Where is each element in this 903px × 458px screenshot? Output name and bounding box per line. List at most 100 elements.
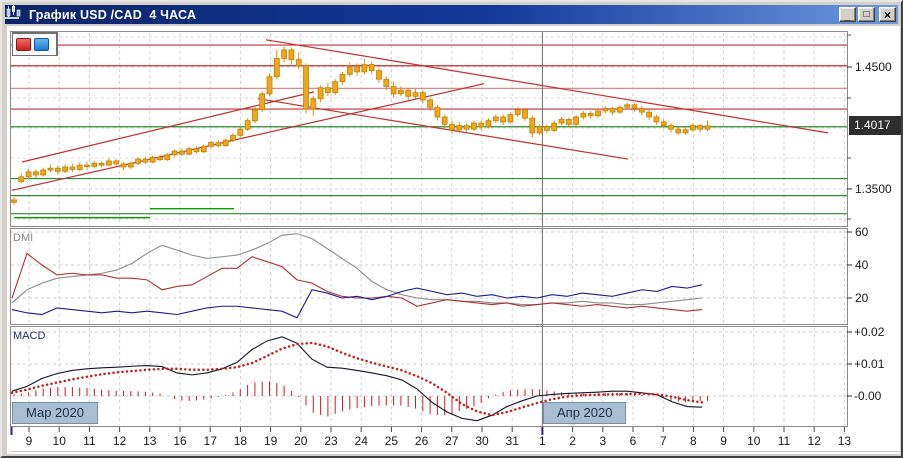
x-axis-label: 24 <box>355 434 369 448</box>
candle-body <box>661 122 666 126</box>
candle-body <box>85 165 90 166</box>
candle-body <box>77 165 82 169</box>
dmi-axis-label: 60 <box>855 225 869 239</box>
candle-body <box>311 99 316 109</box>
x-axis-label: 18 <box>234 434 248 448</box>
minimize-button[interactable]: _ <box>839 7 856 22</box>
candle-body <box>457 126 462 130</box>
macd-axis-label: +0.01 <box>854 357 885 371</box>
current-price-tag: 1.4017 <box>849 116 901 135</box>
candle-body <box>617 107 622 112</box>
candle-body <box>632 105 637 109</box>
candle-body <box>70 167 75 169</box>
candle-body <box>428 100 433 107</box>
trendline <box>266 40 828 133</box>
candle-body <box>406 90 411 96</box>
month-badge-april: Апр 2020 <box>543 402 626 424</box>
chart-canvas[interactable]: 1.45001.3500604020+0.02+0.01-0.009101112… <box>7 26 900 454</box>
macd-panel-title: MACD <box>13 330 45 342</box>
chart-client-area: 1.45001.3500604020+0.02+0.01-0.009101112… <box>7 26 900 454</box>
candle-body <box>676 129 681 133</box>
candle-body <box>231 135 236 140</box>
x-axis-label: 2 <box>569 434 576 448</box>
candle-body <box>121 164 126 167</box>
candle-body <box>274 58 279 76</box>
candle-body <box>172 151 177 155</box>
candle-body <box>106 161 111 165</box>
candle-body <box>508 115 513 122</box>
candle-body <box>238 129 243 135</box>
candle-body <box>479 123 484 127</box>
candle-body <box>304 66 309 109</box>
maximize-button[interactable]: □ <box>858 7 875 22</box>
candle-body <box>216 143 221 146</box>
x-axis-label: 6 <box>630 434 637 448</box>
x-axis-label: 12 <box>113 434 127 448</box>
panel-borders <box>11 32 901 452</box>
candle-body <box>450 124 455 129</box>
blue-square-button[interactable] <box>34 38 49 51</box>
x-axis-label: 23 <box>324 434 338 448</box>
x-axis-label: 1 <box>539 434 546 448</box>
axes: 1.45001.3500604020+0.02+0.01-0.009101112… <box>12 35 893 448</box>
close-button[interactable]: × <box>879 7 896 22</box>
candle-body <box>683 130 688 133</box>
support-resistance-lines <box>11 45 847 218</box>
mini-toolbar <box>12 32 58 56</box>
candle-body <box>136 159 141 163</box>
candle-body <box>625 105 630 107</box>
candle-body <box>566 119 571 124</box>
candle-body <box>245 121 250 130</box>
candle-body <box>559 119 564 123</box>
candle-body <box>187 149 192 154</box>
candle-body <box>267 77 272 94</box>
red-square-button[interactable] <box>16 38 31 51</box>
candle-body <box>369 65 374 71</box>
candle-body <box>596 111 601 116</box>
candle-body <box>530 118 535 133</box>
macd-axis-label: -0.00 <box>854 389 882 403</box>
macd-axis-label: +0.02 <box>854 325 885 339</box>
candle-body <box>201 146 206 151</box>
x-axis-label: 25 <box>385 434 399 448</box>
candle-body <box>603 108 608 110</box>
candle-body <box>12 200 17 202</box>
x-axis-label: 16 <box>173 434 187 448</box>
candle-body <box>33 172 38 175</box>
candle-body <box>260 94 265 110</box>
dmi-minus-di-line <box>12 285 702 318</box>
candle-body <box>128 163 133 167</box>
x-axis-label: 9 <box>26 434 33 448</box>
candle-body <box>289 50 294 60</box>
candle-body <box>420 93 425 100</box>
candle-body <box>252 110 257 121</box>
x-axis-label: 11 <box>83 434 96 448</box>
x-axis-label: 3 <box>599 434 606 448</box>
x-axis-label: 9 <box>720 434 727 448</box>
candle-body <box>384 79 389 86</box>
candle-body <box>165 155 170 160</box>
candle-body <box>413 93 418 97</box>
candle-body <box>442 117 447 124</box>
x-axis-label: 19 <box>264 434 278 448</box>
candle-body <box>150 157 155 162</box>
candle-body <box>296 60 301 66</box>
candle-body <box>669 126 674 130</box>
candle-body <box>325 88 330 93</box>
candle-body <box>523 110 528 119</box>
candle-body <box>63 167 68 171</box>
candle-body <box>552 123 557 130</box>
titlebar[interactable]: График USD /CAD 4 ЧАСА _ □ × <box>5 5 898 24</box>
price-axis-label: 1.4500 <box>855 60 892 74</box>
candle-body <box>544 127 549 131</box>
price-axis-label: 1.3500 <box>855 182 892 196</box>
candle-body <box>537 127 542 133</box>
candle-body <box>92 163 97 166</box>
candle-body <box>99 163 104 165</box>
candle-body <box>333 82 338 93</box>
dmi-axis-label: 40 <box>855 258 869 272</box>
x-axis-label: 11 <box>778 434 791 448</box>
x-axis-label: 20 <box>294 434 308 448</box>
x-axis-label: 10 <box>53 434 67 448</box>
candle-body <box>471 123 476 129</box>
